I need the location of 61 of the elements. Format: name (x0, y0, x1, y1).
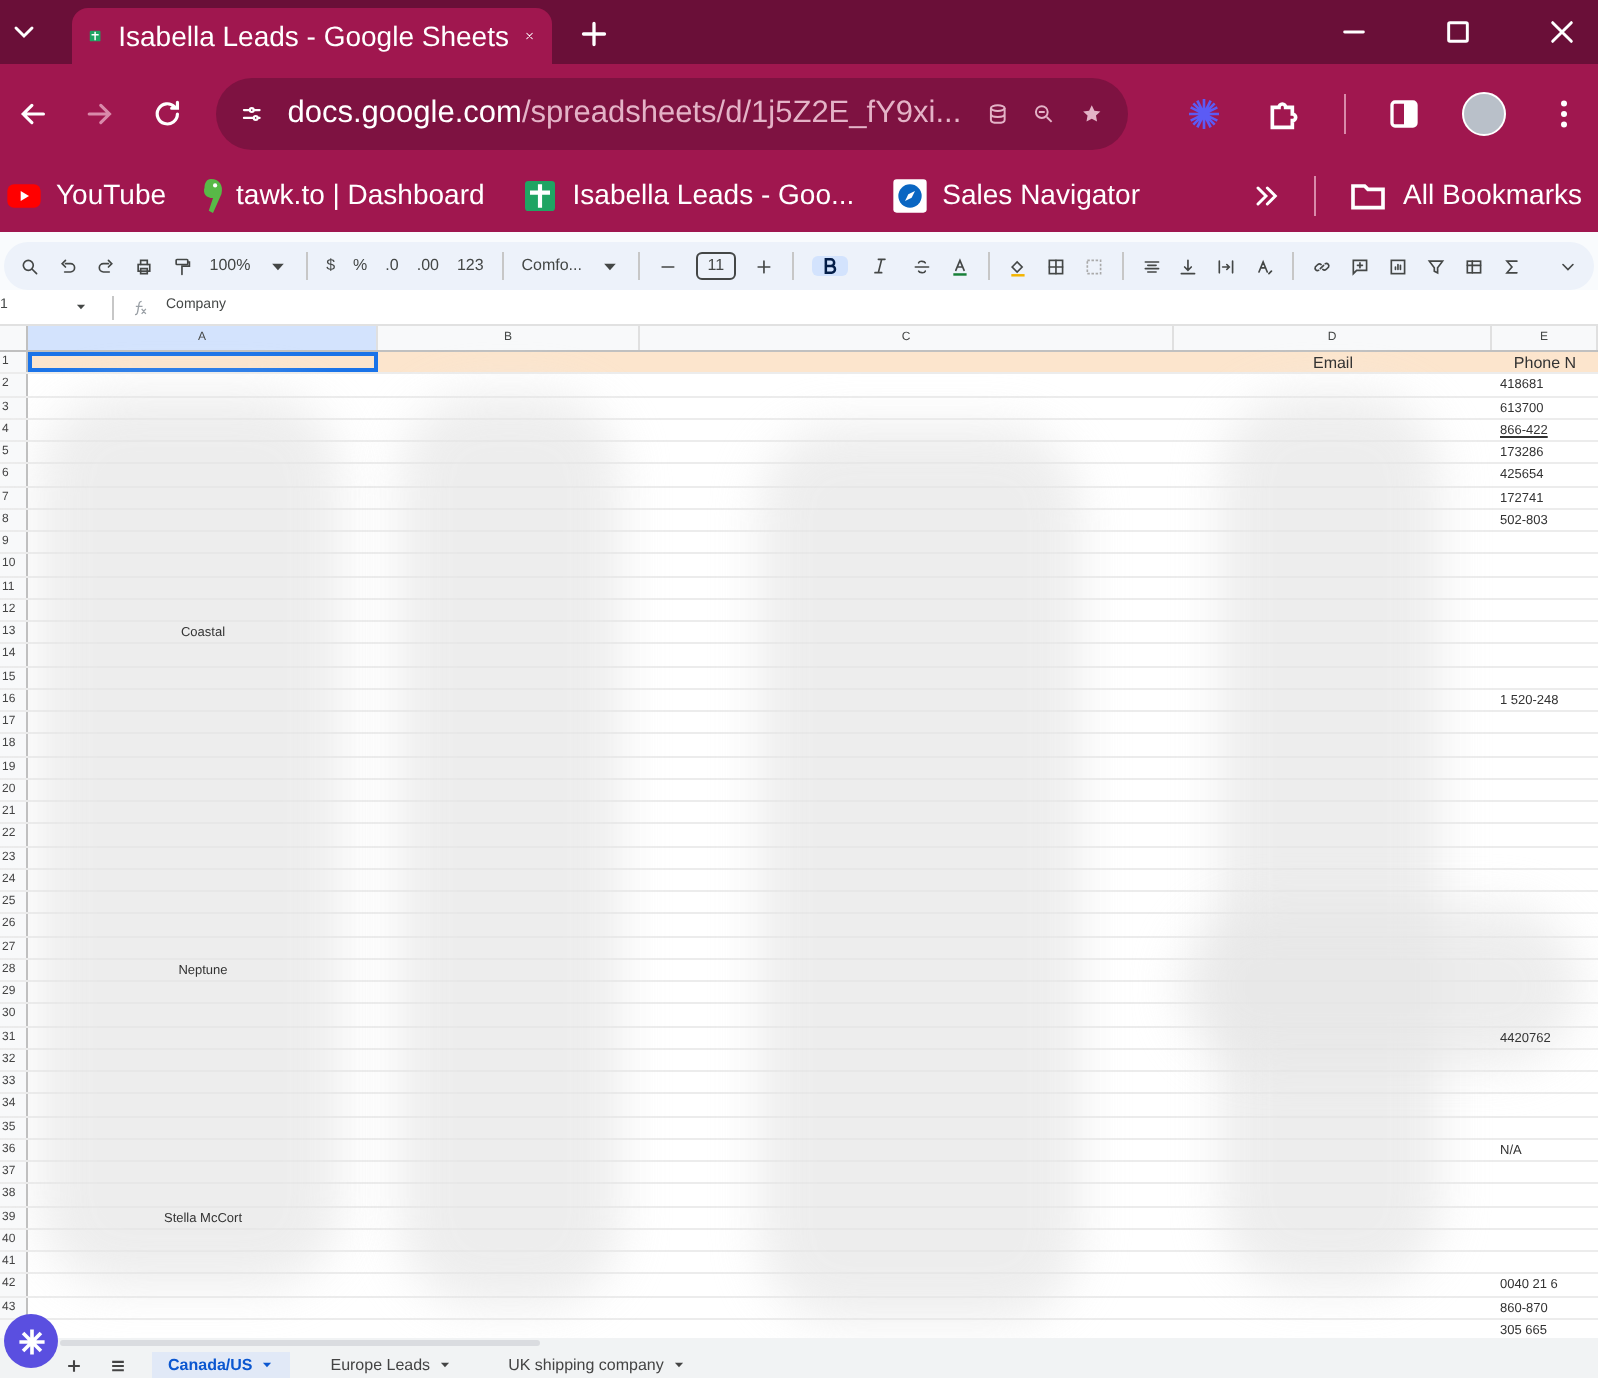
function-icon (130, 297, 150, 317)
sigma-icon[interactable] (1502, 255, 1522, 277)
strikethrough-icon[interactable] (911, 255, 932, 277)
chart-icon[interactable] (1388, 255, 1409, 277)
text-rotation-icon[interactable] (1254, 255, 1275, 277)
undo-icon[interactable] (57, 255, 78, 277)
borders-icon[interactable] (1045, 255, 1066, 277)
number-format-button[interactable]: 123 (456, 254, 484, 278)
filter-icon[interactable] (1426, 255, 1447, 277)
compass-icon (890, 175, 931, 215)
italic-icon (869, 256, 890, 276)
paint-format-icon[interactable] (171, 255, 192, 277)
table-cell: Phone N (1513, 354, 1577, 372)
text-wrap-icon[interactable] (1216, 255, 1237, 277)
plus-icon[interactable] (576, 16, 612, 52)
parrot-icon (202, 177, 225, 213)
align-icon[interactable] (1141, 255, 1161, 277)
print-icon[interactable] (133, 255, 154, 277)
comment-icon[interactable] (1350, 255, 1371, 277)
merge-cells-icon[interactable] (1083, 255, 1104, 277)
asterisk-icon[interactable] (17, 1327, 45, 1355)
plus-icon[interactable] (754, 255, 775, 277)
bold-button[interactable] (811, 256, 848, 276)
close-icon[interactable] (1546, 16, 1578, 48)
all-bookmarks-link[interactable]: All Bookmarks (1347, 174, 1582, 216)
font-dropdown[interactable]: Comfo... (521, 254, 582, 278)
sheet-tab[interactable]: Europe Leads (314, 1352, 469, 1378)
menu-icon[interactable] (108, 1356, 128, 1376)
bookmark-link[interactable]: Sales Navigator (890, 174, 1140, 216)
caret-icon (438, 1358, 453, 1372)
side-panel-icon[interactable] (1385, 96, 1422, 132)
sheets-icon (520, 175, 561, 215)
table-cell: Email (1312, 354, 1353, 372)
caret-icon (74, 300, 88, 314)
bookmark-link[interactable]: tawk.to | Dashboard (202, 174, 485, 216)
text-color-icon[interactable] (949, 255, 970, 277)
caret-icon (260, 1358, 275, 1372)
caret-icon (671, 1358, 686, 1372)
font-size-field[interactable]: 11 (695, 252, 737, 280)
add-sheet-icon[interactable] (64, 1356, 84, 1376)
bookmark-link[interactable]: YouTube (4, 174, 167, 216)
search-icon[interactable] (20, 255, 40, 277)
currency-format[interactable]: $ (326, 254, 336, 278)
sheet-tab[interactable]: UK shipping company (492, 1352, 702, 1378)
vertical-align-icon[interactable] (1178, 255, 1199, 277)
fill-color-icon[interactable] (1007, 255, 1028, 277)
address-bar[interactable]: docs.google.com/spreadsheets/d/1j5Z2E_fY9xi... (215, 78, 1128, 150)
avatar[interactable] (1461, 92, 1506, 136)
browser-tab[interactable]: Isabella Leads - Google Sheets (72, 8, 552, 64)
percent-format[interactable]: % (353, 254, 368, 278)
sheet-tab[interactable]: Canada/US (152, 1352, 291, 1378)
decrease-decimals-button[interactable]: .0 (385, 254, 399, 278)
bookmark-link[interactable]: Isabella Leads - Goo... (520, 174, 855, 216)
maximize-icon[interactable] (1442, 16, 1474, 48)
redo-icon[interactable] (95, 255, 116, 277)
filter-views-icon[interactable] (1464, 255, 1485, 277)
zoom-dropdown[interactable]: 100% (209, 254, 251, 278)
selected-cell[interactable] (28, 352, 378, 373)
bold-icon (819, 256, 840, 276)
url-text: docs.google.com/spreadsheets/d/1j5Z2E_fY9xi... (287, 94, 962, 135)
increase-decimals-button[interactable]: .00 (416, 254, 439, 278)
